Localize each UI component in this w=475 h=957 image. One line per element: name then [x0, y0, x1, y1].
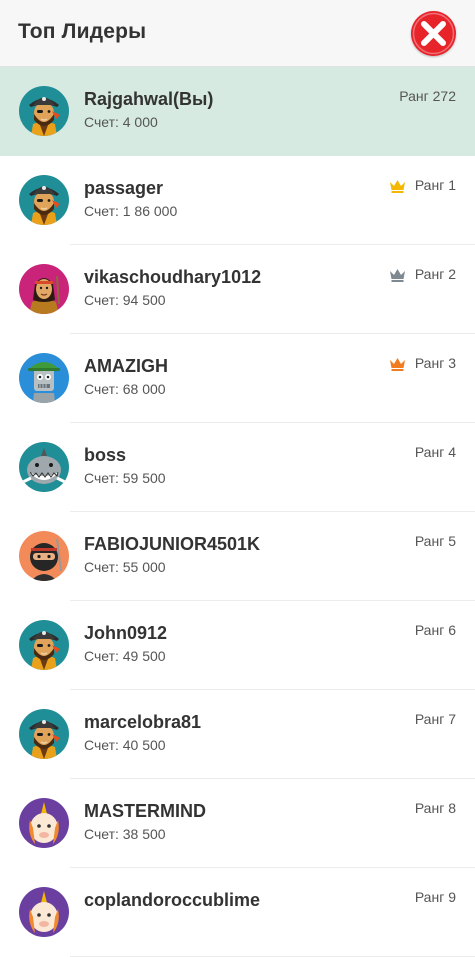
- close-icon: [412, 12, 455, 55]
- warrior-avatar-icon: [19, 264, 69, 314]
- leaderboard-list[interactable]: Rajgahwal(Вы) Счет: 4 000 Ранг 272 passage…: [0, 67, 475, 957]
- pirate-avatar-icon: [19, 709, 69, 759]
- player-rank: Ранг 5: [414, 533, 456, 549]
- header-bar: Топ Лидеры: [0, 0, 475, 67]
- pirate-avatar-icon: [19, 86, 69, 136]
- player-rank: Ранг 3: [414, 355, 456, 371]
- player-score: Счет: 68 000: [84, 381, 166, 397]
- avatar: [19, 709, 69, 759]
- player-score: Счет: 94 500: [84, 292, 166, 308]
- leaderboard-row[interactable]: boss Счет: 59 500 Ранг 4: [0, 423, 475, 512]
- leaderboard-row[interactable]: FABIOJUNIOR4501K Счет: 55 000 Ранг 5: [0, 512, 475, 601]
- player-name: FABIOJUNIOR4501K: [84, 534, 261, 554]
- player-name: passager: [84, 178, 164, 198]
- player-score: Счет: 4 000: [84, 114, 158, 130]
- unicorn-avatar-icon: [19, 887, 69, 937]
- player-name: vikaschoudhary1012: [84, 267, 262, 287]
- pirate-avatar-icon: [19, 620, 69, 670]
- robot-avatar-icon: [19, 353, 69, 403]
- leaderboard-row[interactable]: vikaschoudhary1012 Счет: 94 500 Ранг 2: [0, 245, 475, 334]
- avatar: [19, 798, 69, 848]
- avatar: [19, 175, 69, 225]
- avatar: [19, 86, 69, 136]
- player-score: Счет: 40 500: [84, 737, 166, 753]
- current-user-row[interactable]: Rajgahwal(Вы) Счет: 4 000 Ранг 272: [0, 67, 475, 156]
- player-name: AMAZIGH: [84, 356, 168, 376]
- leaderboard-row[interactable]: coplandoroccublime Ранг 9: [0, 868, 475, 957]
- player-rank: Ранг 7: [414, 711, 456, 727]
- player-rank: Ранг 2: [414, 266, 456, 282]
- player-score: Счет: 55 000: [84, 559, 166, 575]
- player-name: boss: [84, 445, 127, 465]
- player-name: John0912: [84, 623, 168, 643]
- avatar: [19, 442, 69, 492]
- leaderboard-row[interactable]: marcelobra81 Счет: 40 500 Ранг 7: [0, 690, 475, 779]
- player-rank: Ранг 4: [414, 444, 456, 460]
- player-rank: Ранг 1: [414, 177, 456, 193]
- player-score: Счет: 49 500: [84, 648, 166, 664]
- avatar: [19, 353, 69, 403]
- avatar: [19, 531, 69, 581]
- leaderboard-row[interactable]: MASTERMIND Счет: 38 500 Ранг 8: [0, 779, 475, 868]
- pirate-avatar-icon: [19, 175, 69, 225]
- player-score: Счет: 1 86 000: [84, 203, 178, 219]
- page-title: Топ Лидеры: [18, 20, 147, 43]
- ninja-avatar-icon: [19, 531, 69, 581]
- player-name: Rajgahwal(Вы): [84, 89, 214, 109]
- avatar: [19, 264, 69, 314]
- crown-silver-icon: [389, 268, 406, 282]
- avatar: [19, 620, 69, 670]
- crown-bronze-icon: [389, 357, 406, 371]
- player-score: Счет: 38 500: [84, 826, 166, 842]
- leaderboard-row[interactable]: passager Счет: 1 86 000 Ранг 1: [0, 156, 475, 245]
- player-rank: Ранг 272: [399, 88, 456, 104]
- player-name: MASTERMIND: [84, 801, 206, 821]
- close-button[interactable]: [411, 11, 456, 56]
- shark-avatar-icon: [19, 442, 69, 492]
- crown-gold-icon: [389, 179, 406, 193]
- player-rank: Ранг 9: [414, 889, 456, 905]
- avatar: [19, 887, 69, 937]
- player-name: marcelobra81: [84, 712, 202, 732]
- unicorn-avatar-icon: [19, 798, 69, 848]
- player-score: Счет: 59 500: [84, 470, 166, 486]
- player-name: coplandoroccublime: [84, 890, 261, 910]
- leaderboard-row[interactable]: AMAZIGH Счет: 68 000 Ранг 3: [0, 334, 475, 423]
- player-rank: Ранг 8: [414, 800, 456, 816]
- player-rank: Ранг 6: [414, 622, 456, 638]
- leaderboard-row[interactable]: John0912 Счет: 49 500 Ранг 6: [0, 601, 475, 690]
